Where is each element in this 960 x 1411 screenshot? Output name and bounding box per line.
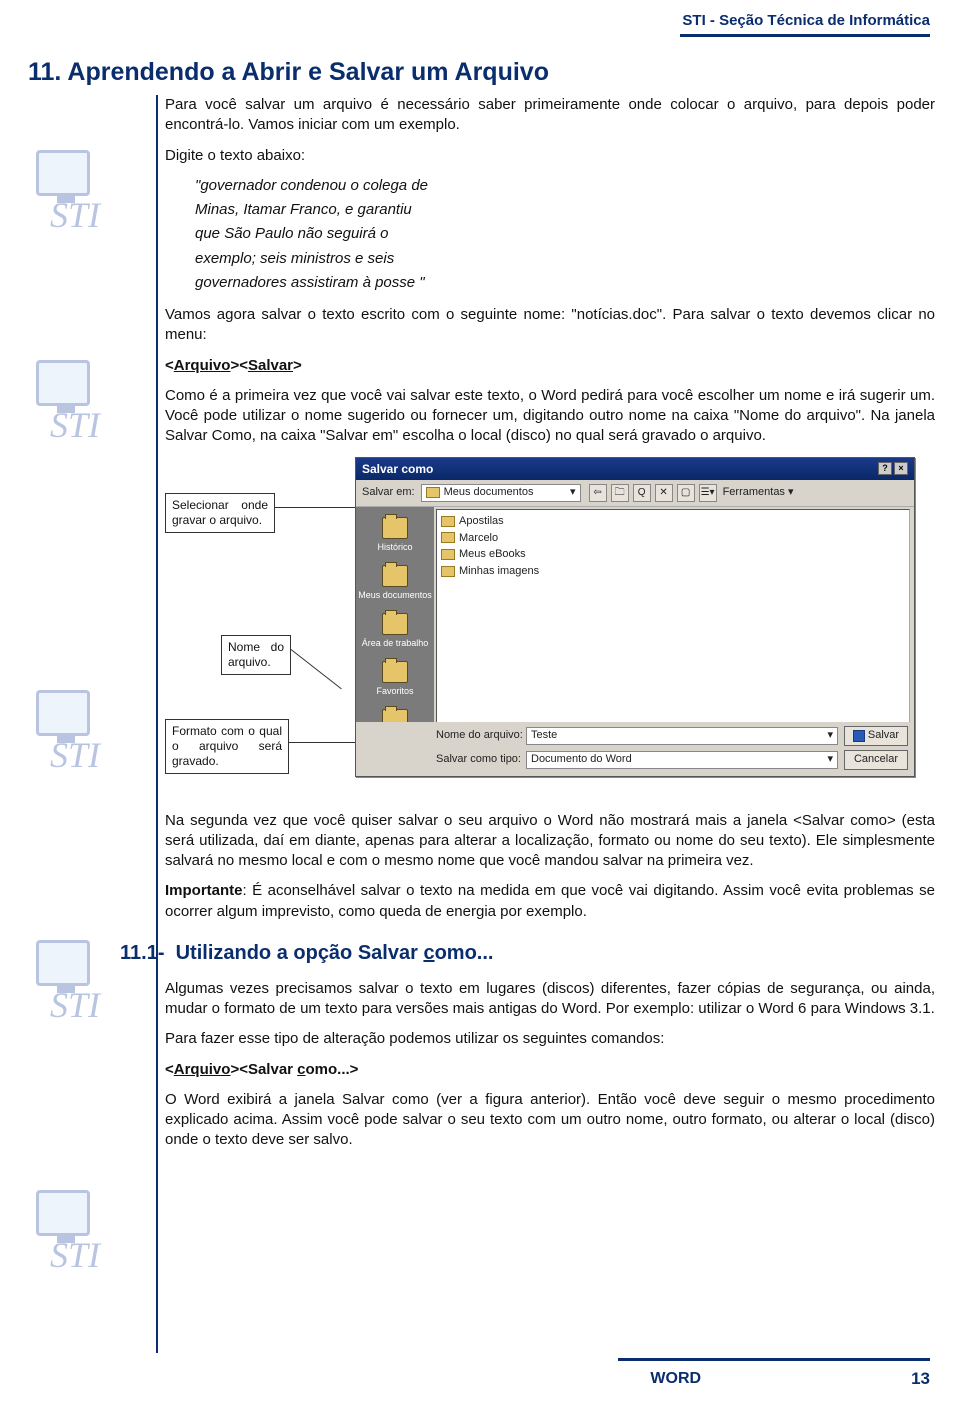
file-row[interactable]: Meus eBooks: [441, 547, 905, 562]
sub11-1-p2: Para fazer esse tipo de alteração podemo…: [165, 1029, 935, 1049]
subheading-11-1: 11.1- Utilizando a opção Salvar como...: [120, 940, 890, 967]
save-as-dialog: Salvar como ? × Salvar em: Meus document…: [355, 457, 915, 777]
save-button[interactable]: Salvar: [844, 726, 908, 746]
views-icon[interactable]: ☰▾: [699, 484, 717, 502]
figure-save-dialog-wrap: Selecionar onde gravar o arquivo. Nome d…: [165, 457, 935, 797]
filename-input[interactable]: Teste▾: [526, 727, 838, 745]
quote-line: exemplo; seis ministros e seis: [195, 249, 935, 269]
toolbar-icons: ⇦ 🗀 Q ✕ ▢ ☰▾: [589, 484, 717, 502]
place-history[interactable]: Histórico: [356, 511, 434, 559]
sti-watermark: STI: [26, 360, 126, 450]
menu-path-salvar: Salvar: [248, 357, 293, 374]
callout-select-location: Selecionar onde gravar o arquivo.: [165, 493, 275, 533]
callout-line: [275, 507, 355, 508]
content-column: Para você salvar um arquivo é necessário…: [165, 95, 935, 1161]
content-left-rule: [156, 95, 158, 1353]
sti-watermark: STI: [26, 150, 126, 240]
footer-rule: [618, 1358, 930, 1361]
callout-line: [291, 649, 342, 689]
section-title: 11. Aprendendo a Abrir e Salvar um Arqui…: [28, 58, 549, 87]
dialog-titlebar: Salvar como ? ×: [356, 458, 914, 480]
header-rule: [680, 34, 930, 37]
quote-line: que São Paulo não seguirá o: [195, 224, 935, 244]
important-paragraph: Importante: É aconselhável salvar o text…: [165, 881, 935, 922]
callout-filetype: Formato com o qual o arquivo será gravad…: [165, 719, 289, 774]
footer-word: WORD: [650, 1370, 701, 1388]
up-icon[interactable]: 🗀: [611, 484, 629, 502]
folder-icon: [382, 517, 408, 539]
dialog-title-text: Salvar como: [362, 461, 433, 477]
file-row[interactable]: Apostilas: [441, 514, 905, 529]
new-folder-icon[interactable]: ▢: [677, 484, 695, 502]
folder-icon: [382, 613, 408, 635]
footer-page-number: 13: [911, 1369, 930, 1389]
after-menu-paragraph: Como é a primeira vez que você vai salva…: [165, 386, 935, 447]
folder-icon: [441, 566, 455, 577]
savein-value: Meus documentos: [444, 485, 534, 500]
quote-line: governadores assistiram à posse ": [195, 273, 935, 293]
tools-menu[interactable]: Ferramentas ▾: [723, 485, 794, 500]
cancel-button[interactable]: Cancelar: [844, 750, 908, 770]
dialog-toolbar: Salvar em: Meus documentos ▾ ⇦ 🗀 Q ✕ ▢ ☰…: [356, 480, 914, 507]
savein-dropdown[interactable]: Meus documentos ▾: [421, 484, 581, 502]
after-quote-paragraph: Vamos agora salvar o texto escrito com o…: [165, 305, 935, 346]
file-row[interactable]: Minhas imagens: [441, 564, 905, 579]
savein-label: Salvar em:: [362, 485, 415, 500]
place-favorites[interactable]: Favoritos: [356, 655, 434, 703]
after-dialog-paragraph: Na segunda vez que você quiser salvar o …: [165, 811, 935, 872]
place-desktop[interactable]: Área de trabalho: [356, 607, 434, 655]
place-mydocs[interactable]: Meus documentos: [356, 559, 434, 607]
folder-icon: [441, 532, 455, 543]
filetype-label: Salvar como tipo:: [436, 752, 526, 767]
folder-icon: [441, 549, 455, 560]
sti-watermark: STI: [26, 940, 126, 1030]
menu-path-arquivo: Arquivo: [174, 357, 231, 374]
places-bar: Histórico Meus documentos Área de trabal…: [356, 507, 434, 753]
chevron-down-icon: ▾: [827, 752, 833, 767]
menu-path: <Arquivo><Salvar>: [165, 356, 935, 376]
filename-label: Nome do arquivo:: [436, 728, 526, 743]
chevron-down-icon: ▾: [827, 728, 833, 743]
chevron-down-icon: ▾: [570, 485, 576, 500]
close-icon[interactable]: ×: [894, 462, 908, 475]
typein-label: Digite o texto abaixo:: [165, 146, 935, 166]
quote-line: "governador condenou o colega de: [195, 176, 935, 196]
page-footer: WORD 13: [30, 1369, 930, 1389]
dialog-body: Histórico Meus documentos Área de trabal…: [356, 507, 914, 753]
callout-line: [289, 742, 355, 743]
file-list[interactable]: Apostilas Marcelo Meus eBooks Minhas ima…: [436, 509, 910, 751]
folder-icon: [382, 661, 408, 683]
quote-block: "governador condenou o colega de Minas, …: [195, 176, 935, 293]
dialog-window-controls: ? ×: [878, 462, 908, 475]
sub11-1-p1: Algumas vezes precisamos salvar o texto …: [165, 979, 935, 1020]
back-icon[interactable]: ⇦: [589, 484, 607, 502]
quote-line: Minas, Itamar Franco, e garantiu: [195, 200, 935, 220]
dialog-bottom: Nome do arquivo: Teste▾ Salvar Salvar co…: [356, 722, 914, 776]
file-row[interactable]: Marcelo: [441, 531, 905, 546]
help-icon[interactable]: ?: [878, 462, 892, 475]
folder-icon: [426, 487, 440, 498]
filetype-dropdown[interactable]: Documento do Word▾: [526, 751, 838, 769]
search-web-icon[interactable]: Q: [633, 484, 651, 502]
callout-filename: Nome do arquivo.: [221, 635, 291, 675]
folder-icon: [441, 516, 455, 527]
diskette-icon: [853, 730, 865, 742]
header-org: STI - Seção Técnica de Informática: [682, 12, 930, 29]
delete-icon[interactable]: ✕: [655, 484, 673, 502]
menu-path-2: <Arquivo><Salvar como...>: [165, 1060, 935, 1080]
folder-icon: [382, 565, 408, 587]
sub11-1-p3: O Word exibirá a janela Salvar como (ver…: [165, 1090, 935, 1151]
sti-watermark: STI: [26, 690, 126, 780]
intro-paragraph: Para você salvar um arquivo é necessário…: [165, 95, 935, 136]
sti-watermark: STI: [26, 1190, 126, 1280]
